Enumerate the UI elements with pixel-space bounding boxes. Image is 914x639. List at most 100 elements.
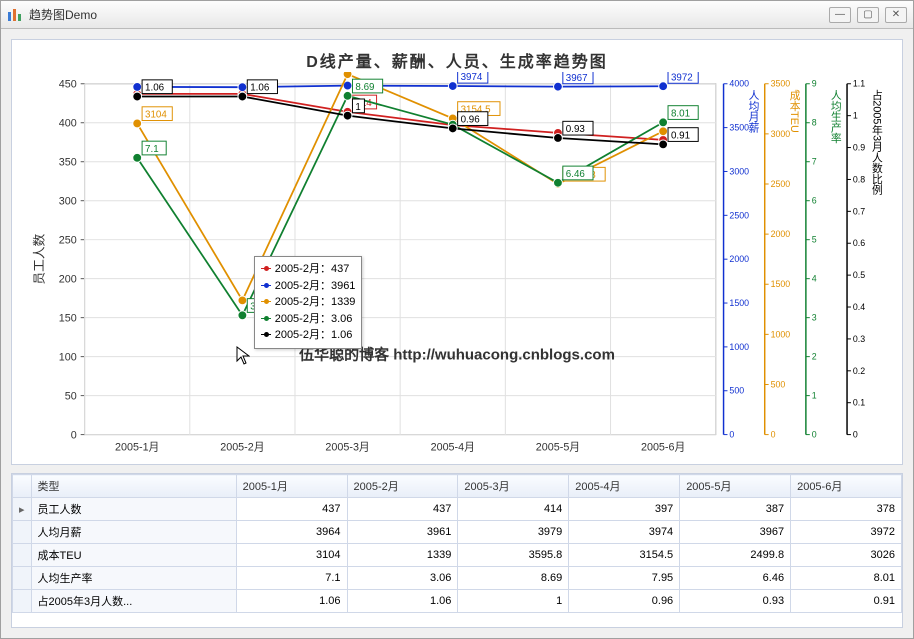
cell[interactable]: 387	[680, 498, 791, 521]
cell[interactable]: 3026	[791, 544, 902, 567]
svg-text:0.1: 0.1	[853, 398, 865, 408]
chart-panel[interactable]: D线产量、薪酬、人员、生成率趋势图 0501001502002503003504…	[11, 39, 903, 465]
svg-text:0: 0	[771, 430, 776, 440]
cell[interactable]: 0.91	[791, 590, 902, 613]
cell[interactable]: 8.69	[458, 567, 569, 590]
svg-text:3: 3	[812, 313, 817, 323]
cell[interactable]: 3967	[680, 521, 791, 544]
col-4[interactable]: 2005-5月	[680, 475, 791, 498]
svg-text:1: 1	[812, 391, 817, 401]
cell[interactable]: 3.06	[347, 567, 458, 590]
cell[interactable]: 7.1	[236, 567, 347, 590]
svg-text:2005-5月: 2005-5月	[536, 441, 580, 453]
cell[interactable]: 1339	[347, 544, 458, 567]
svg-text:7: 7	[812, 157, 817, 167]
row-name[interactable]: 成本TEU	[31, 544, 236, 567]
close-button[interactable]: ✕	[885, 7, 907, 23]
cell[interactable]: 3974	[569, 521, 680, 544]
row-name[interactable]: 占2005年3月人数...	[31, 590, 236, 613]
cell[interactable]: 414	[458, 498, 569, 521]
col-2[interactable]: 2005-3月	[458, 475, 569, 498]
svg-text:员工人数: 员工人数	[31, 233, 46, 284]
cell[interactable]: 3972	[791, 521, 902, 544]
window-buttons: — ▢ ✕	[829, 7, 907, 23]
svg-text:0: 0	[853, 430, 858, 440]
cell[interactable]: 2499.8	[680, 544, 791, 567]
minimize-button[interactable]: —	[829, 7, 851, 23]
cell[interactable]: 3154.5	[569, 544, 680, 567]
svg-text:0.8: 0.8	[853, 174, 865, 184]
svg-text:2500: 2500	[729, 210, 749, 220]
svg-text:成本TEU: 成本TEU	[788, 90, 800, 133]
svg-text:占2005年3月人数比例: 占2005年3月人数比例	[870, 89, 882, 196]
titlebar[interactable]: 趋势图Demo — ▢ ✕	[1, 1, 913, 29]
col-1[interactable]: 2005-2月	[347, 475, 458, 498]
cell[interactable]: 3595.8	[458, 544, 569, 567]
svg-text:0.2: 0.2	[853, 366, 865, 376]
cell[interactable]: 378	[791, 498, 902, 521]
svg-text:0.96: 0.96	[461, 115, 481, 126]
cell[interactable]: 397	[569, 498, 680, 521]
svg-text:500: 500	[729, 386, 744, 396]
col-5[interactable]: 2005-6月	[791, 475, 902, 498]
svg-text:2005-4月: 2005-4月	[431, 441, 475, 453]
svg-text:100: 100	[59, 352, 77, 364]
svg-text:3000: 3000	[729, 166, 749, 176]
col-type[interactable]: 类型	[31, 475, 236, 498]
table-row[interactable]: 人均生产率7.13.068.697.956.468.01	[13, 567, 902, 590]
row-indicator	[13, 544, 32, 567]
svg-text:50: 50	[65, 391, 77, 403]
svg-text:2005-2月: 2005-2月	[220, 441, 264, 453]
table-row[interactable]: ▸员工人数437437414397387378	[13, 498, 902, 521]
row-indicator	[13, 521, 32, 544]
svg-text:4000: 4000	[729, 79, 749, 89]
content-area: D线产量、薪酬、人员、生成率趋势图 0501001502002503003504…	[1, 29, 913, 638]
cell[interactable]: 1	[458, 590, 569, 613]
row-indicator	[13, 590, 32, 613]
svg-text:3500: 3500	[771, 79, 791, 89]
svg-text:2500: 2500	[771, 179, 791, 189]
col-3[interactable]: 2005-4月	[569, 475, 680, 498]
cell[interactable]: 3979	[458, 521, 569, 544]
data-table[interactable]: 类型2005-1月2005-2月2005-3月2005-4月2005-5月200…	[12, 474, 902, 613]
col-0[interactable]: 2005-1月	[236, 475, 347, 498]
maximize-button[interactable]: ▢	[857, 7, 879, 23]
chart-svg[interactable]: 0501001502002503003504004502005-1月2005-2…	[12, 72, 902, 464]
data-grid[interactable]: 类型2005-1月2005-2月2005-3月2005-4月2005-5月200…	[11, 473, 903, 628]
svg-text:200: 200	[59, 274, 77, 286]
cell[interactable]: 437	[347, 498, 458, 521]
svg-text:2005-6月: 2005-6月	[641, 441, 685, 453]
cell[interactable]: 7.95	[569, 567, 680, 590]
svg-text:1: 1	[355, 102, 360, 113]
row-name[interactable]: 员工人数	[31, 498, 236, 521]
svg-text:2: 2	[812, 352, 817, 362]
table-row[interactable]: 成本TEU310413393595.83154.52499.83026	[13, 544, 902, 567]
cell[interactable]: 0.96	[569, 590, 680, 613]
cell[interactable]: 3961	[347, 521, 458, 544]
app-icon	[7, 7, 23, 23]
cell[interactable]: 6.46	[680, 567, 791, 590]
svg-text:0.9: 0.9	[853, 142, 865, 152]
cell[interactable]: 0.93	[680, 590, 791, 613]
svg-text:1.1: 1.1	[853, 79, 865, 89]
row-name[interactable]: 人均生产率	[31, 567, 236, 590]
svg-text:0: 0	[812, 430, 817, 440]
cell[interactable]: 1.06	[347, 590, 458, 613]
row-name[interactable]: 人均月薪	[31, 521, 236, 544]
cell[interactable]: 437	[236, 498, 347, 521]
svg-text:0.91: 0.91	[671, 130, 690, 141]
table-row[interactable]: 人均月薪396439613979397439673972	[13, 521, 902, 544]
svg-text:0: 0	[729, 430, 734, 440]
svg-text:2005-1月: 2005-1月	[115, 441, 159, 453]
svg-text:1500: 1500	[729, 298, 749, 308]
cell[interactable]: 3104	[236, 544, 347, 567]
table-row[interactable]: 占2005年3月人数...1.061.0610.960.930.91	[13, 590, 902, 613]
row-indicator-header	[13, 475, 32, 498]
svg-text:250: 250	[59, 235, 77, 247]
cell[interactable]: 8.01	[791, 567, 902, 590]
svg-text:2000: 2000	[729, 254, 749, 264]
cell[interactable]: 3964	[236, 521, 347, 544]
svg-text:450: 450	[59, 79, 77, 91]
chart-title: D线产量、薪酬、人员、生成率趋势图	[12, 40, 902, 72]
cell[interactable]: 1.06	[236, 590, 347, 613]
